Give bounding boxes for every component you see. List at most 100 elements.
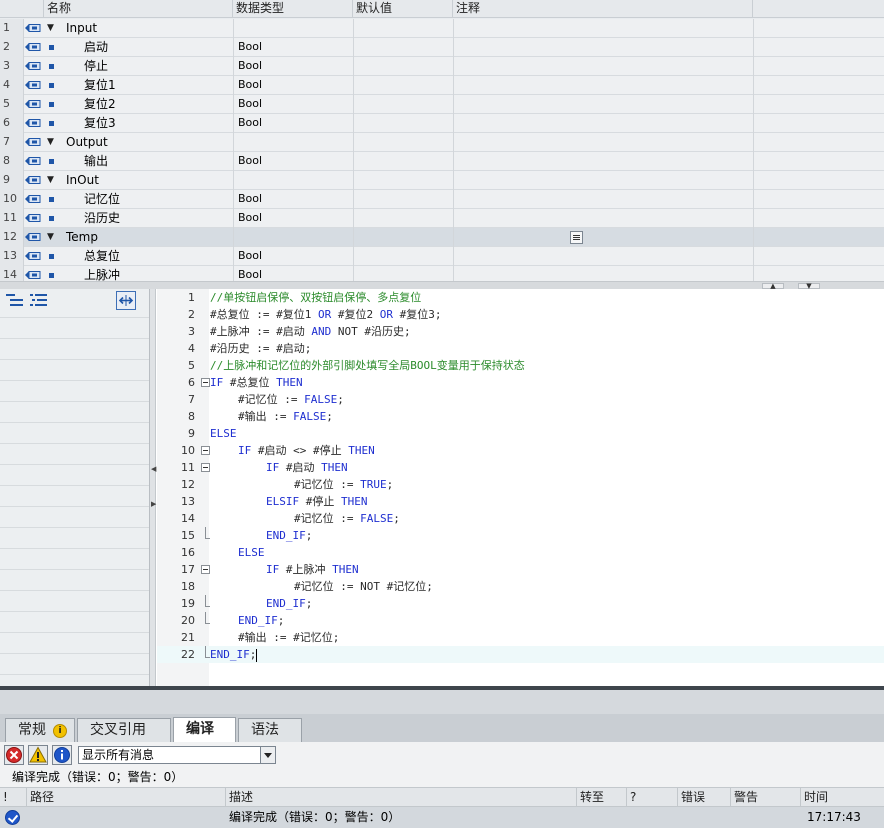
default-value-cell[interactable] xyxy=(353,171,453,190)
default-value-cell[interactable] xyxy=(353,133,453,152)
default-value-cell[interactable] xyxy=(353,57,453,76)
column-header-goto[interactable]: 转至 xyxy=(577,788,627,807)
scl-code-editor[interactable]: 1 //单按钮启保停、双按钮启保停、多点复位 2 #总复位 := #复位1 OR #复… xyxy=(157,289,884,686)
tab-cross-references[interactable]: 交叉引用 xyxy=(77,718,171,742)
code-line[interactable]: 14 #记忆位 := FALSE; xyxy=(157,510,884,527)
list-outline-icon[interactable] xyxy=(30,293,48,307)
row-number[interactable]: 13 xyxy=(0,247,24,266)
variable-name[interactable]: Input xyxy=(66,19,97,38)
row-number[interactable]: 11 xyxy=(0,209,24,228)
fold-collapse-icon[interactable] xyxy=(201,463,210,472)
row-number[interactable]: 7 xyxy=(0,133,24,152)
code-line[interactable]: 9 ELSE xyxy=(157,425,884,442)
row-number[interactable]: 6 xyxy=(0,114,24,133)
code-line[interactable]: 22 END_IF; xyxy=(157,646,884,663)
datatype-cell[interactable]: Bool xyxy=(233,76,353,95)
variable-name[interactable]: 复位3 xyxy=(84,114,116,133)
code-line[interactable]: 1 //单按钮启保停、双按钮启保停、多点复位 xyxy=(157,289,884,306)
code-line[interactable]: 3 #上脉冲 := #启动 AND NOT #沿历史; xyxy=(157,323,884,340)
code-line[interactable]: 8 #输出 := FALSE; xyxy=(157,408,884,425)
default-value-cell[interactable] xyxy=(353,190,453,209)
code-line[interactable]: 11 IF #启动 THEN xyxy=(157,459,884,476)
variable-name[interactable]: 输出 xyxy=(84,152,108,171)
code-line[interactable]: 15 END_IF; xyxy=(157,527,884,544)
default-value-cell[interactable] xyxy=(353,228,453,247)
column-header-name[interactable]: 名称 xyxy=(44,0,233,18)
variable-name[interactable]: 复位2 xyxy=(84,95,116,114)
comment-cell[interactable] xyxy=(453,190,753,209)
datatype-cell[interactable]: Bool xyxy=(233,209,353,228)
interface-section-row[interactable]: 1 ▼ Input xyxy=(0,19,884,38)
row-number[interactable]: 3 xyxy=(0,57,24,76)
comment-cell[interactable] xyxy=(453,19,753,38)
interface-section-row[interactable]: 12 ▼ Temp xyxy=(0,228,884,247)
code-line[interactable]: 13 ELSIF #停止 THEN xyxy=(157,493,884,510)
variable-name[interactable]: 总复位 xyxy=(84,247,120,266)
comment-cell[interactable] xyxy=(453,57,753,76)
sync-navigation-button[interactable] xyxy=(116,291,136,310)
code-line[interactable]: 12 #记忆位 := TRUE; xyxy=(157,476,884,493)
code-line[interactable]: 19 END_IF; xyxy=(157,595,884,612)
comment-cell[interactable] xyxy=(453,247,753,266)
variable-name[interactable]: 复位1 xyxy=(84,76,116,95)
datatype-cell[interactable]: Bool xyxy=(233,95,353,114)
column-header-default[interactable]: 默认值 xyxy=(353,0,453,18)
code-line[interactable]: 17 IF #上脉冲 THEN xyxy=(157,561,884,578)
fold-collapse-icon[interactable] xyxy=(201,565,210,574)
tab-general[interactable]: 常规 i xyxy=(5,718,75,742)
horizontal-splitter[interactable]: ▲ ▼ xyxy=(0,281,884,290)
column-header-time[interactable]: 时间 xyxy=(801,788,884,807)
show-warnings-button[interactable] xyxy=(28,745,48,765)
code-line[interactable]: 18 #记忆位 := NOT #记忆位; xyxy=(157,578,884,595)
interface-variable-row[interactable]: 4 复位1 Bool xyxy=(0,76,884,95)
expand-toggle-icon[interactable]: ▼ xyxy=(47,22,57,34)
comment-cell[interactable] xyxy=(453,38,753,57)
column-header-path[interactable]: 路径 xyxy=(27,788,226,807)
row-number[interactable]: 4 xyxy=(0,76,24,95)
interface-section-row[interactable]: 7 ▼ Output xyxy=(0,133,884,152)
row-number[interactable]: 9 xyxy=(0,171,24,190)
fold-collapse-icon[interactable] xyxy=(201,446,210,455)
default-value-cell[interactable] xyxy=(353,76,453,95)
comment-cell[interactable] xyxy=(453,114,753,133)
comment-cell[interactable] xyxy=(453,209,753,228)
datatype-cell[interactable] xyxy=(233,171,353,190)
code-line[interactable]: 5 //上脉冲和记忆位的外部引脚处填写全局BOOL变量用于保持状态 xyxy=(157,357,884,374)
variable-name[interactable]: 沿历史 xyxy=(84,209,120,228)
message-row[interactable]: 编译完成（错误：0；警告：0） 17:17:43 xyxy=(0,807,884,828)
datatype-cell[interactable]: Bool xyxy=(233,38,353,57)
variable-name[interactable]: 记忆位 xyxy=(84,190,120,209)
default-value-cell[interactable] xyxy=(353,19,453,38)
comment-cell[interactable] xyxy=(453,171,753,190)
code-line[interactable]: 2 #总复位 := #复位1 OR #复位2 OR #复位3; xyxy=(157,306,884,323)
datatype-cell[interactable] xyxy=(233,133,353,152)
expand-toggle-icon[interactable]: ▼ xyxy=(47,231,57,243)
datatype-cell[interactable] xyxy=(233,228,583,247)
column-header-description[interactable]: 描述 xyxy=(226,788,577,807)
interface-variable-row[interactable]: 2 启动 Bool xyxy=(0,38,884,57)
interface-variable-row[interactable]: 10 记忆位 Bool xyxy=(0,190,884,209)
variable-name[interactable]: 停止 xyxy=(84,57,108,76)
datatype-cell[interactable]: Bool xyxy=(233,247,353,266)
column-header-datatype[interactable]: 数据类型 xyxy=(233,0,353,18)
interface-variable-row[interactable]: 11 沿历史 Bool xyxy=(0,209,884,228)
show-info-button[interactable] xyxy=(52,745,72,765)
tab-compile[interactable]: 编译 xyxy=(173,717,236,742)
code-line[interactable]: 7 #记忆位 := FALSE; xyxy=(157,391,884,408)
datatype-cell[interactable]: Bool xyxy=(233,190,353,209)
interface-variable-row[interactable]: 5 复位2 Bool xyxy=(0,95,884,114)
datatype-cell[interactable]: Bool xyxy=(233,57,353,76)
variable-name[interactable]: Temp xyxy=(66,228,98,247)
code-line[interactable]: 4 #沿历史 := #启动; xyxy=(157,340,884,357)
column-header-errors[interactable]: 错误 xyxy=(678,788,731,807)
interface-variable-row[interactable]: 3 停止 Bool xyxy=(0,57,884,76)
fold-collapse-icon[interactable] xyxy=(201,378,210,387)
default-value-cell[interactable] xyxy=(353,38,453,57)
datatype-cell[interactable]: Bool xyxy=(233,152,353,171)
code-line[interactable]: 10 IF #启动 <> #停止 THEN xyxy=(157,442,884,459)
row-number[interactable]: 5 xyxy=(0,95,24,114)
default-value-cell[interactable] xyxy=(353,247,453,266)
interface-variable-row[interactable]: 13 总复位 Bool xyxy=(0,247,884,266)
default-value-cell[interactable] xyxy=(353,114,453,133)
comment-cell[interactable] xyxy=(453,133,753,152)
